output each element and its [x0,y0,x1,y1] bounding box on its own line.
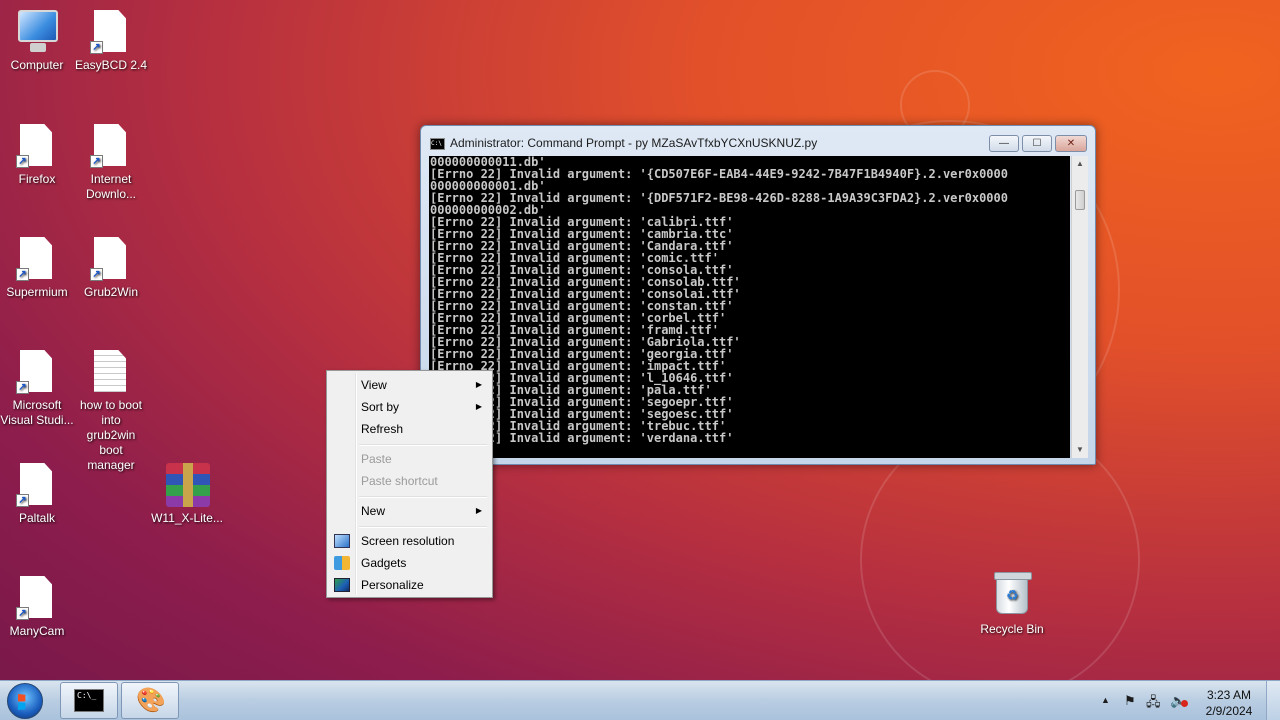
desktop-icon-label: W11_X-Lite... [151,511,223,525]
document-shortcut-icon: ↗ [16,463,58,507]
desktop-icon-label: Grub2Win [83,285,139,299]
desktop-icon-grub2win[interactable]: ↗ Grub2Win [72,237,150,300]
desktop-icon-label: ManyCam [9,624,65,638]
desktop-context-menu: View ▶ Sort by ▶ Refresh Paste Paste sho… [326,370,493,598]
menu-separator [359,526,487,528]
console-scrollbar[interactable]: ▲ ▼ [1071,156,1088,458]
desktop-icon-label: Supermium [6,285,68,299]
recycle-bin-icon: ♻ [991,572,1033,618]
paint-icon: 🎨 [136,687,166,714]
command-prompt-icon: C:\_ [74,689,104,712]
submenu-arrow-icon: ▶ [475,402,482,411]
menu-item-paste-shortcut[interactable]: Paste shortcut [329,470,490,492]
command-prompt-window[interactable]: C:\ Administrator: Command Prompt - py M… [420,125,1096,465]
clock-date: 2/9/2024 [1205,704,1253,718]
window-title: Administrator: Command Prompt - py MZaSA… [450,136,818,150]
personalize-icon [334,578,350,592]
computer-icon [16,10,58,54]
console-output[interactable]: 000000000011.db' [Errno 22] Invalid argum… [429,156,1070,458]
menu-separator [359,496,487,498]
desktop-icon-w11-archive[interactable]: W11_X-Lite... [148,463,226,526]
desktop-icon-recycle-bin[interactable]: ♻ Recycle Bin [973,572,1051,637]
desktop-icon-label: Internet Downlo... [85,172,137,201]
desktop-icon-visual-studio[interactable]: ↗ Microsoft Visual Studi... [0,350,76,428]
taskbar: C:\_ 🎨 ▲ ⚑ 🖧 🔈 3:23 AM 2/9/2024 [0,680,1280,720]
document-shortcut-icon: ↗ [90,237,132,281]
document-shortcut-icon: ↗ [16,576,58,620]
desktop-icon-label: how to boot into grub2win boot manager [79,398,143,472]
menu-item-screen-resolution[interactable]: Screen resolution [329,530,490,552]
minimize-button[interactable]: — [989,135,1019,152]
desktop-icon-easybcd[interactable]: ↗ EasyBCD 2.4 [72,10,150,73]
clock[interactable]: 3:23 AM 2/9/2024 [1196,687,1262,719]
clock-time: 3:23 AM [1206,688,1252,702]
document-shortcut-icon: ↗ [16,237,58,281]
menu-item-personalize[interactable]: Personalize [329,574,490,596]
submenu-arrow-icon: ▶ [475,380,482,389]
desktop-icon-label: Paltalk [18,511,56,525]
desktop-icon-paltalk[interactable]: ↗ Paltalk [0,463,76,526]
desktop-icon-label: Computer [10,58,64,72]
menu-item-view[interactable]: View ▶ [329,374,490,396]
cmd-taskbar-button[interactable]: C:\_ [60,682,118,719]
document-shortcut-icon: ↗ [90,124,132,168]
desktop-icon-computer[interactable]: Computer [0,10,76,73]
menu-item-gadgets[interactable]: Gadgets [329,552,490,574]
show-hidden-icons-arrow-icon[interactable]: ▲ [1101,695,1110,705]
gadgets-icon [334,556,350,570]
desktop-icon-label: Recycle Bin [980,622,1044,636]
menu-item-refresh[interactable]: Refresh [329,418,490,440]
network-icon[interactable]: 🖧 [1146,693,1161,715]
desktop-icon-internet-download[interactable]: ↗ Internet Downlo... [72,124,150,202]
command-prompt-icon: C:\ [430,138,445,150]
document-shortcut-icon: ↗ [90,10,132,54]
action-center-flag-icon[interactable]: ⚑ [1124,693,1136,709]
menu-separator [359,444,487,446]
submenu-arrow-icon: ▶ [475,506,482,515]
start-button[interactable] [7,683,43,719]
close-button[interactable]: ✕ [1055,135,1087,152]
paint-taskbar-button[interactable]: 🎨 [121,682,179,719]
desktop-icon-label: EasyBCD 2.4 [74,58,148,72]
desktop-icon-firefox[interactable]: ↗ Firefox [0,124,76,187]
desktop-icon-manycam[interactable]: ↗ ManyCam [0,576,76,639]
document-shortcut-icon: ↗ [16,124,58,168]
scroll-down-arrow-icon[interactable]: ▼ [1072,442,1088,458]
scroll-up-arrow-icon[interactable]: ▲ [1072,156,1088,172]
menu-item-new[interactable]: New ▶ [329,500,490,522]
winrar-archive-icon [166,463,210,507]
scrollbar-thumb[interactable] [1075,190,1085,210]
show-desktop-button[interactable] [1266,681,1280,720]
window-titlebar[interactable]: C:\ Administrator: Command Prompt - py M… [421,126,1095,156]
console-line: [Errno 22] Invalid argument: 'verdana.tt… [430,431,734,445]
mute-cross-icon [1181,700,1188,707]
text-document-icon [90,350,132,394]
menu-item-sort-by[interactable]: Sort by ▶ [329,396,490,418]
desktop-icon-label: Microsoft Visual Studi... [0,398,74,427]
desktop-icon-label: Firefox [18,172,56,186]
screen-resolution-icon [334,534,350,548]
desktop-icon-text-document[interactable]: how to boot into grub2win boot manager [72,350,150,473]
document-shortcut-icon: ↗ [16,350,58,394]
desktop-icon-supermium[interactable]: ↗ Supermium [0,237,76,300]
maximize-button[interactable]: ☐ [1022,135,1052,152]
menu-item-paste[interactable]: Paste [329,448,490,470]
